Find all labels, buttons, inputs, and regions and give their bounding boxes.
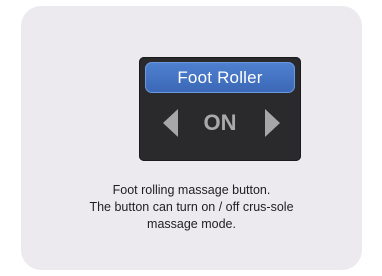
description-line: The button can turn on / off crus-sole bbox=[89, 200, 294, 214]
next-arrow-icon[interactable] bbox=[265, 109, 280, 137]
description-text: Foot rolling massage button. The button … bbox=[41, 182, 342, 233]
state-selector: ON bbox=[139, 101, 301, 145]
previous-arrow-icon[interactable] bbox=[163, 109, 178, 137]
description-line: massage mode. bbox=[147, 217, 236, 231]
description-line: Foot rolling massage button. bbox=[112, 183, 271, 197]
foot-roller-control: Foot Roller ON bbox=[139, 57, 301, 161]
state-value: ON bbox=[203, 110, 237, 135]
foot-roller-button[interactable]: Foot Roller bbox=[145, 62, 295, 93]
info-card: Foot Roller ON Foot rolling massage butt… bbox=[21, 6, 362, 270]
